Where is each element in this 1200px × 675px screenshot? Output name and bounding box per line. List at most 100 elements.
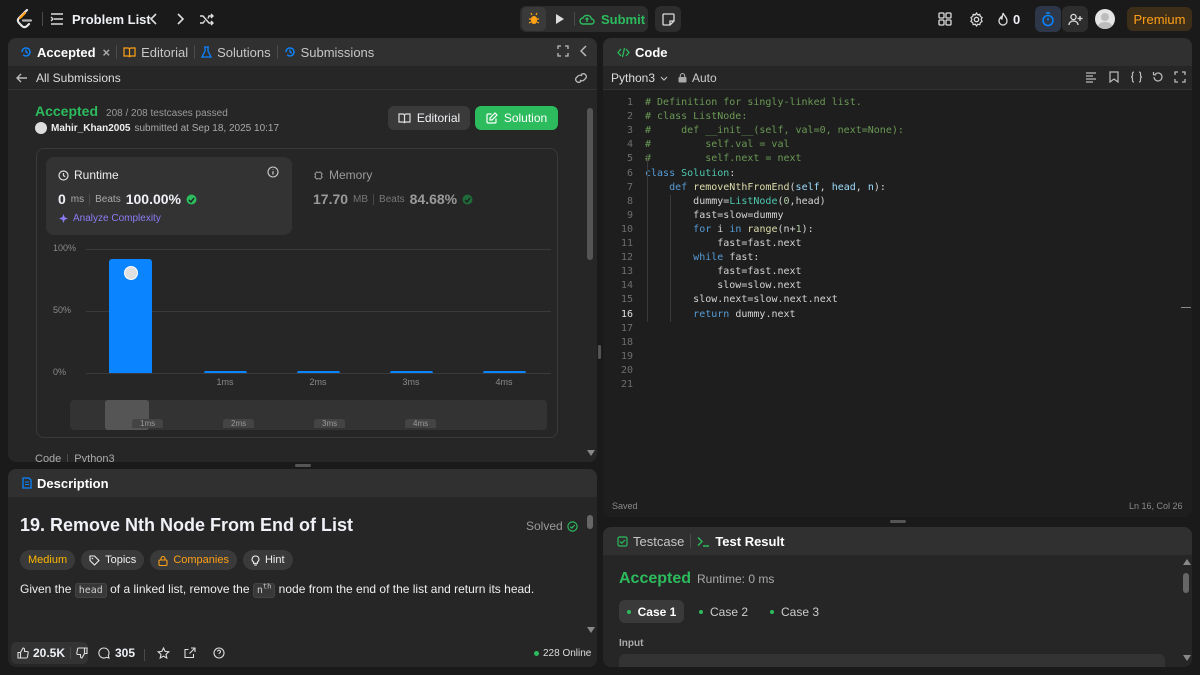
code-line[interactable]: 19 [603, 351, 1178, 365]
bookmark-icon[interactable] [1109, 71, 1119, 83]
scrollbar-thumb[interactable] [587, 108, 593, 260]
chevron-right-icon[interactable] [172, 10, 188, 28]
code-line[interactable]: 20 [603, 365, 1178, 379]
hint-pill[interactable]: Hint [242, 550, 293, 570]
code-line[interactable]: 11 fast=fast.next [603, 238, 1178, 252]
run-button[interactable] [549, 7, 571, 31]
streak-counter[interactable]: 0 [997, 10, 1020, 28]
code-editor[interactable]: 1 # Definition for singly-linked list. 2 # … [603, 97, 1192, 397]
comments-button[interactable]: 305 [98, 646, 135, 660]
tab-code[interactable]: Code [611, 38, 674, 66]
chart-bar[interactable] [204, 371, 247, 373]
tab-testcase[interactable]: Testcase [611, 527, 690, 555]
code-line[interactable]: 3 # def __init__(self, val=0, next=None): [603, 125, 1178, 139]
format-icon[interactable] [1085, 72, 1097, 83]
invite-button[interactable] [1062, 6, 1088, 32]
flame-icon [997, 12, 1009, 26]
tab-accepted[interactable]: Accepted × [14, 38, 116, 66]
code-line[interactable]: 17 [603, 323, 1178, 337]
code-line[interactable]: 6 class Solution: [603, 168, 1178, 182]
line-number: 4 [626, 139, 633, 151]
companies-pill[interactable]: Companies [150, 550, 237, 570]
timer-button[interactable] [1035, 6, 1061, 32]
code-line[interactable]: 10 for i in range(n+1): [603, 224, 1178, 238]
comment-count: 305 [115, 646, 136, 660]
chevron-left-icon[interactable] [146, 10, 162, 28]
star-icon[interactable] [157, 647, 170, 660]
like-button[interactable]: 20.5K [11, 646, 65, 660]
reset-icon[interactable] [1152, 71, 1164, 83]
code-line[interactable]: 8 dummy=ListNode(0,head) [603, 196, 1178, 210]
memory-header[interactable]: Memory [313, 168, 372, 182]
result-status: Accepted [619, 570, 692, 587]
tab-test-result[interactable]: Test Result [691, 527, 790, 555]
code-line[interactable]: 5 # self.next = next [603, 153, 1178, 167]
chart-bar[interactable] [483, 371, 526, 373]
maximize-icon[interactable] [557, 45, 569, 57]
settings-gear-icon[interactable] [966, 10, 986, 28]
scroll-down-icon[interactable] [1183, 655, 1191, 661]
tab-solutions[interactable]: Solutions [195, 38, 276, 66]
topics-pill[interactable]: Topics [81, 550, 145, 570]
submit-button[interactable]: Submit [578, 7, 646, 31]
submitter-name[interactable]: Mahir_Khan2005 [51, 123, 130, 134]
case-tab-3[interactable]: Case 3 [770, 600, 820, 623]
scrollbar-thumb[interactable] [587, 515, 593, 529]
online-count: 228 Online [543, 648, 592, 659]
braces-icon[interactable] [1130, 71, 1143, 83]
layout-grid-icon[interactable] [935, 10, 955, 28]
scroll-down-icon[interactable] [587, 450, 595, 456]
solution-button[interactable]: Solution [475, 106, 558, 130]
share-icon[interactable] [184, 647, 196, 659]
difficulty-badge[interactable]: Medium [20, 550, 76, 570]
fullscreen-icon[interactable] [1174, 71, 1186, 83]
input-box[interactable] [619, 654, 1165, 667]
problem-title[interactable]: 19. Remove Nth Node From End of List [20, 515, 353, 536]
code-line[interactable]: 14 slow=slow.next [603, 280, 1178, 294]
code-line[interactable]: 15 slow.next=slow.next.next [603, 294, 1178, 308]
info-icon[interactable] [267, 166, 279, 178]
scroll-down-icon[interactable] [587, 627, 595, 633]
code-line[interactable]: 18 [603, 337, 1178, 351]
test-result-panel: Testcase Test Result Accepted Runtime: 0… [603, 527, 1192, 667]
problem-list-button[interactable]: Problem List [50, 10, 151, 28]
horizontal-resize-handle[interactable] [598, 345, 601, 359]
code-line[interactable]: 7 def removeNthFromEnd(self, head, n): [603, 182, 1178, 196]
vertical-resize-handle[interactable] [295, 464, 311, 467]
code-line[interactable]: 4 # self.val = val [603, 139, 1178, 153]
leetcode-logo-icon[interactable] [14, 8, 36, 30]
case-tab-2[interactable]: Case 2 [699, 600, 749, 623]
testcases-passed: 208 / 208 testcases passed [106, 108, 228, 119]
code-line[interactable]: 9 fast=slow=dummy [603, 210, 1178, 224]
code-line[interactable]: 12 while fast: [603, 252, 1178, 266]
scrollbar-thumb[interactable] [1183, 573, 1189, 593]
language-select[interactable]: Python3 [611, 71, 668, 85]
code-line[interactable]: 21 [603, 379, 1178, 393]
code-line[interactable]: 16 return dummy.next [603, 309, 1178, 323]
all-submissions-link[interactable]: All Submissions [16, 71, 121, 85]
link-icon[interactable] [574, 72, 588, 84]
collapse-chevron-icon[interactable] [580, 45, 588, 57]
code-line[interactable]: 13 fast=fast.next [603, 266, 1178, 280]
chart-bar[interactable] [297, 371, 340, 373]
notes-button[interactable] [655, 6, 681, 32]
code-line[interactable]: 1 # Definition for singly-linked list. [603, 97, 1178, 111]
analyze-complexity-link[interactable]: Analyze Complexity [58, 213, 161, 224]
scroll-up-icon[interactable] [1183, 559, 1191, 565]
tab-submissions[interactable]: Submissions [278, 38, 381, 66]
avatar[interactable] [1095, 9, 1115, 29]
vertical-resize-handle[interactable] [890, 520, 906, 523]
tab-description[interactable]: Description [16, 469, 115, 497]
case-tab-1[interactable]: Case 1 [619, 600, 684, 623]
chart-bar[interactable] [390, 371, 433, 373]
premium-button[interactable]: Premium [1127, 7, 1192, 31]
like-dislike-group: 20.5K [11, 642, 88, 664]
editorial-button[interactable]: Editorial [388, 106, 470, 130]
debug-button[interactable] [522, 7, 546, 31]
help-icon[interactable] [213, 647, 225, 659]
thumbs-down-icon[interactable] [76, 647, 88, 659]
tab-editorial[interactable]: Editorial [117, 38, 194, 66]
close-icon[interactable]: × [103, 45, 111, 60]
shuffle-icon[interactable] [196, 10, 216, 28]
code-line[interactable]: 2 # class ListNode: [603, 111, 1178, 125]
